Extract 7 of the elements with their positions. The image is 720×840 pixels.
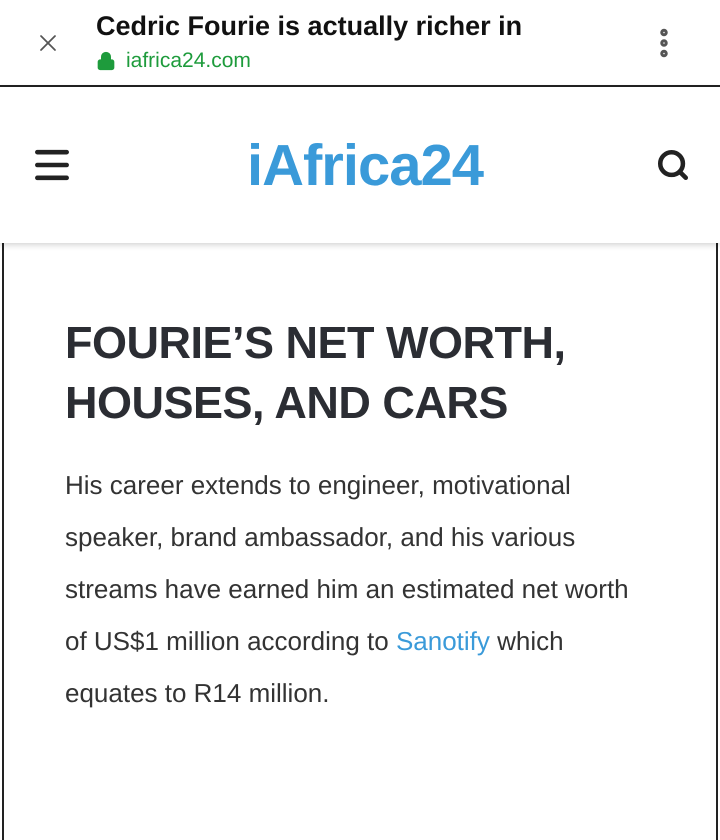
sanotify-link[interactable]: Sanotify (396, 626, 490, 656)
site-logo[interactable]: iAfrica24 (246, 122, 484, 208)
page-title: Cedric Fourie is actually richer in (96, 10, 524, 43)
article-paragraph: His career extends to engineer, motivational speaker, brand ambassador, and his various streams have earned him an estimated net worth of US$1 million according to Sanotify which equates to R14 million. (65, 469, 630, 710)
article-heading: FOURIE’S NET WORTH, HOUSES, AND CARS (65, 316, 566, 430)
page-url[interactable]: iafrica24.com (126, 44, 251, 76)
search-icon[interactable] (656, 148, 690, 182)
